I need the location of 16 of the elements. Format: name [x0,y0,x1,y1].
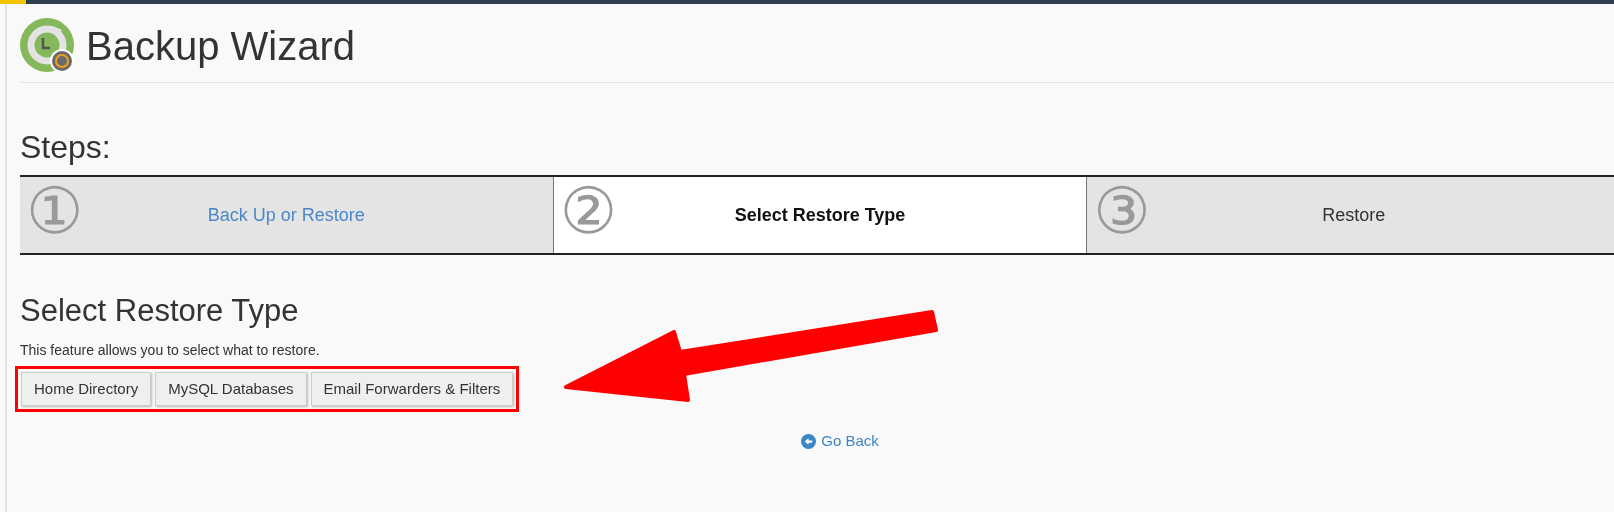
step-tab[interactable]: ② Select Restore Type [552,177,1087,253]
backup-clock-icon [20,18,76,74]
restore-type-button[interactable]: MySQL Databases [155,372,307,406]
step-number: ② [559,179,618,243]
section-heading: Select Restore Type [20,295,300,326]
step-number: ① [26,179,84,243]
step-tab[interactable]: ③ Restore [1086,177,1614,253]
step-label: Restore [1322,203,1386,227]
restore-type-button[interactable]: Email Forwarders & Filters [310,372,514,406]
page-title: Backup Wizard [86,26,355,66]
steps-heading: Steps: [20,131,112,163]
restore-type-button[interactable]: Home Directory [21,372,152,406]
go-back-link[interactable]: Go Back [801,430,879,453]
step-number: ③ [1093,179,1151,243]
step-label: Select Restore Type [734,203,906,227]
description-text: This feature allows you to select what to restore. [20,341,321,360]
